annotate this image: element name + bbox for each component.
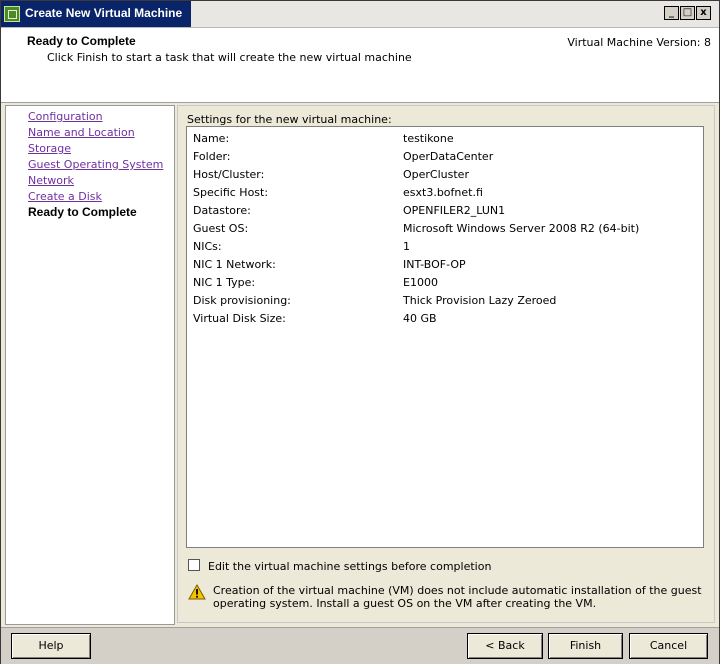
- warning-message: Creation of the virtual machine (VM) doe…: [213, 584, 702, 610]
- page-subtitle: Click Finish to start a task that will c…: [47, 51, 412, 64]
- setting-key: Datastore:: [193, 204, 251, 217]
- setting-value: Thick Provision Lazy Zeroed: [403, 294, 557, 307]
- setting-key: Guest OS:: [193, 222, 249, 235]
- setting-value: Microsoft Windows Server 2008 R2 (64-bit…: [403, 222, 640, 235]
- warning-icon: [188, 584, 206, 600]
- vm-app-icon: [4, 6, 20, 22]
- create-vm-dialog: Create New Virtual Machine _ □ x Ready t…: [0, 0, 720, 664]
- setting-value: INT-BOF-OP: [403, 258, 466, 271]
- step-create-disk-link[interactable]: Create a Disk: [28, 190, 102, 203]
- maximize-button[interactable]: □: [680, 6, 695, 20]
- settings-section-label: Settings for the new virtual machine:: [187, 113, 392, 126]
- cancel-button[interactable]: Cancel: [629, 633, 708, 659]
- setting-value: 40 GB: [403, 312, 437, 325]
- setting-value: OperCluster: [403, 168, 469, 181]
- window-title: Create New Virtual Machine: [25, 6, 183, 20]
- step-guest-os-link[interactable]: Guest Operating System: [28, 158, 163, 171]
- wizard-steps-sidebar: Configuration Name and Location Storage …: [5, 105, 175, 625]
- setting-value: esxt3.bofnet.fi: [403, 186, 483, 199]
- step-network-link[interactable]: Network: [28, 174, 74, 187]
- setting-key: NICs:: [193, 240, 222, 253]
- setting-key: Name:: [193, 132, 230, 145]
- settings-summary-box[interactable]: Name: testikone Folder: OperDataCenter H…: [186, 126, 704, 548]
- title-bar[interactable]: Create New Virtual Machine _ □ x: [1, 1, 719, 28]
- setting-key: NIC 1 Type:: [193, 276, 256, 289]
- step-name-location-link[interactable]: Name and Location: [28, 126, 135, 139]
- setting-key: Specific Host:: [193, 186, 269, 199]
- finish-button[interactable]: Finish: [548, 633, 623, 659]
- setting-key: Virtual Disk Size:: [193, 312, 286, 325]
- help-button[interactable]: Help: [11, 633, 91, 659]
- step-ready-current: Ready to Complete: [28, 205, 137, 219]
- back-button[interactable]: < Back: [467, 633, 543, 659]
- page-header: Ready to Complete Click Finish to start …: [1, 28, 719, 103]
- setting-key: NIC 1 Network:: [193, 258, 276, 271]
- setting-value: 1: [403, 240, 410, 253]
- close-button[interactable]: x: [696, 6, 711, 20]
- edit-settings-checkbox[interactable]: [188, 559, 200, 571]
- setting-key: Host/Cluster:: [193, 168, 265, 181]
- setting-value: OPENFILER2_LUN1: [403, 204, 506, 217]
- setting-value: OperDataCenter: [403, 150, 494, 163]
- setting-key: Folder:: [193, 150, 231, 163]
- setting-value: testikone: [403, 132, 454, 145]
- edit-settings-label[interactable]: Edit the virtual machine settings before…: [208, 560, 491, 573]
- setting-key: Disk provisioning:: [193, 294, 291, 307]
- step-storage-link[interactable]: Storage: [28, 142, 71, 155]
- vm-version-label: Virtual Machine Version: 8: [567, 36, 711, 49]
- page-title: Ready to Complete: [27, 34, 136, 48]
- minimize-button[interactable]: _: [664, 6, 679, 20]
- step-configuration-link[interactable]: Configuration: [28, 110, 103, 123]
- setting-value: E1000: [403, 276, 438, 289]
